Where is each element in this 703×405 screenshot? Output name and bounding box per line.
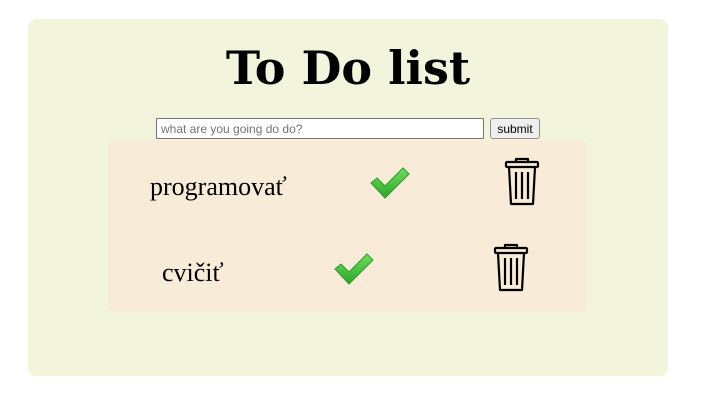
task-input[interactable]: [156, 118, 484, 139]
task-row: cvičiť: [108, 226, 587, 312]
submit-button[interactable]: submit: [490, 118, 540, 139]
checkmark-icon[interactable]: [333, 252, 375, 286]
task-list: programovať cvičiť: [108, 140, 587, 312]
task-row: programovať: [108, 140, 587, 226]
todo-app: To Do list submit programovať: [28, 19, 668, 376]
task-name: programovať: [150, 172, 287, 201]
trash-icon[interactable]: [492, 243, 530, 293]
task-name: cvičiť: [162, 258, 224, 287]
trash-icon[interactable]: [503, 157, 541, 207]
checkmark-icon[interactable]: [369, 166, 411, 200]
page-title: To Do list: [225, 41, 471, 95]
